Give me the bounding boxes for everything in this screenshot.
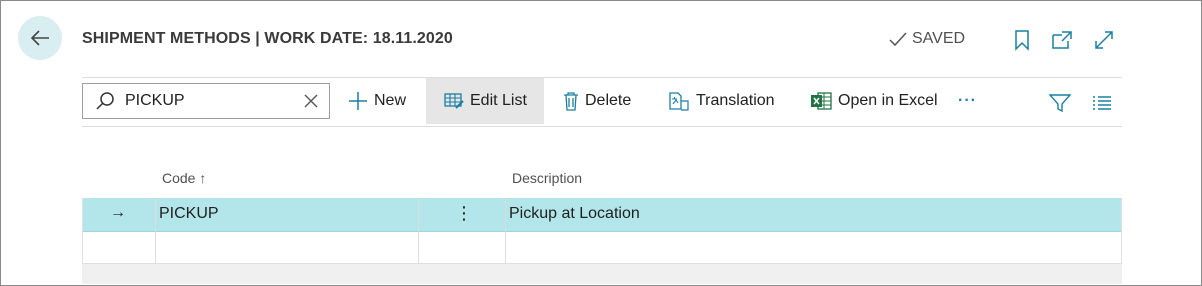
code-column-header[interactable]: Code ↑ [162, 170, 206, 186]
table-row[interactable]: → PICKUP ⋮ Pickup at Location [82, 198, 1122, 232]
search-icon [95, 91, 115, 111]
open-new-window-button[interactable] [1050, 28, 1074, 52]
column-divider [155, 198, 156, 264]
bookmark-button[interactable] [1010, 28, 1034, 52]
translation-icon [668, 91, 690, 111]
page-title: SHIPMENT METHODS | WORK DATE: 18.11.2020 [82, 30, 453, 47]
sort-ascending-icon: ↑ [199, 170, 207, 186]
row-indicator-arrow-icon: → [110, 204, 126, 221]
new-label: New [374, 92, 407, 109]
new-button[interactable]: New [348, 78, 406, 124]
toolbar-bottom-divider [82, 126, 1122, 127]
row-menu-icon[interactable]: ⋮ [455, 203, 473, 224]
open-in-excel-label: Open in Excel [838, 92, 938, 109]
edit-list-label: Edit List [470, 92, 527, 109]
open-in-excel-button[interactable]: Open in Excel [810, 78, 938, 124]
filter-button[interactable] [1048, 91, 1072, 115]
description-cell[interactable]: Pickup at Location [509, 205, 640, 223]
expand-button[interactable] [1092, 28, 1116, 52]
search-input[interactable] [125, 92, 285, 110]
code-cell[interactable]: PICKUP [159, 205, 219, 223]
more-actions-button[interactable]: ··· [958, 78, 977, 124]
expand-icon [1095, 31, 1113, 49]
edit-list-icon [444, 92, 464, 110]
list-view-button[interactable] [1090, 91, 1114, 115]
open-new-window-icon [1052, 31, 1072, 49]
checkmark-icon [889, 32, 907, 47]
back-button[interactable] [18, 16, 62, 60]
clear-icon[interactable] [303, 93, 319, 109]
code-header-label: Code [162, 170, 196, 186]
edit-list-button[interactable]: Edit List [426, 78, 544, 124]
bookmark-icon [1015, 30, 1029, 51]
table-footer-area [82, 264, 1122, 284]
search-box[interactable] [82, 83, 330, 119]
filter-icon [1049, 94, 1071, 113]
delete-button[interactable]: Delete [563, 78, 631, 124]
saved-status: SAVED [888, 30, 965, 48]
excel-icon [810, 91, 832, 111]
table-row-empty[interactable] [82, 232, 1122, 264]
description-column-header[interactable]: Description [512, 170, 582, 186]
saved-label: SAVED [912, 30, 966, 47]
translation-label: Translation [696, 92, 775, 109]
plus-icon [348, 91, 368, 111]
translation-button[interactable]: Translation [668, 78, 775, 124]
column-divider [505, 198, 506, 264]
back-arrow-icon [30, 30, 49, 46]
trash-icon [563, 91, 579, 111]
column-divider [418, 198, 419, 264]
list-view-icon [1093, 96, 1111, 110]
delete-label: Delete [585, 92, 632, 109]
